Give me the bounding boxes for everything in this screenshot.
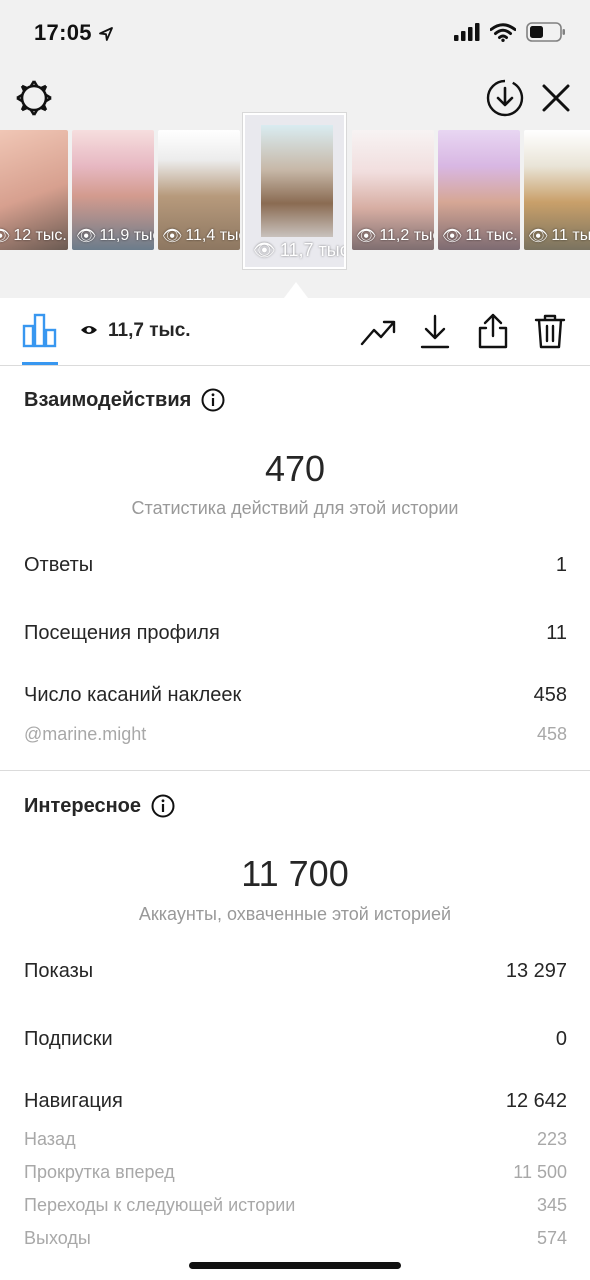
thumbnail-views: 👁 12 тыс. bbox=[0, 226, 67, 246]
battery-icon bbox=[526, 22, 565, 42]
info-icon[interactable] bbox=[151, 794, 175, 818]
stat-row: Посещения профиля 11 bbox=[24, 622, 567, 645]
stat-subrow: Переходы к следующей истории 345 bbox=[24, 1195, 567, 1216]
trash-icon[interactable] bbox=[533, 312, 567, 350]
selection-pointer bbox=[284, 282, 308, 298]
stat-row: Показы 13 297 bbox=[24, 960, 567, 983]
story-thumbnail[interactable]: 👁11,9 тыс. bbox=[72, 130, 154, 250]
stat-sublabel: @marine.might bbox=[24, 724, 147, 744]
eye-icon: 👁 bbox=[528, 228, 549, 245]
stat-label: Подписки bbox=[24, 1028, 113, 1050]
story-thumbnail[interactable]: 👁11 тыс. bbox=[438, 130, 520, 250]
close-icon[interactable] bbox=[538, 80, 574, 116]
interactions-total: 470 bbox=[264, 448, 326, 489]
stat-subrow: @marine.might 458 bbox=[24, 724, 567, 745]
stat-value: 0 bbox=[555, 1028, 567, 1050]
section-title-text: Взаимодействия bbox=[24, 388, 192, 411]
section-title-text: Интересное bbox=[24, 794, 141, 817]
stat-sublabel: Выходы bbox=[24, 1228, 91, 1248]
thumbnail-views: 👁11,7 тыс. bbox=[253, 240, 344, 260]
eye-icon: 👁 bbox=[253, 240, 276, 260]
interactions-caption: Статистика действий для этой истории bbox=[131, 498, 459, 518]
stat-sublabel: Назад bbox=[24, 1129, 76, 1149]
trending-up-icon[interactable] bbox=[360, 316, 398, 348]
story-views-count: 11,7 тыс. bbox=[108, 320, 191, 341]
location-arrow-icon bbox=[99, 27, 113, 41]
discovery-caption: Аккаунты, охваченные этой историей bbox=[138, 904, 452, 924]
stat-row: Навигация 12 642 bbox=[24, 1090, 567, 1113]
stat-label: Навигация bbox=[24, 1090, 123, 1112]
status-time: 17:05 bbox=[34, 20, 92, 45]
discovery-total: 11 700 bbox=[241, 853, 349, 894]
eye-icon: 👁 bbox=[356, 228, 377, 245]
stat-sublabel: Прокрутка вперед bbox=[24, 1162, 175, 1182]
insights-tab-underline bbox=[22, 362, 58, 365]
thumbnail-views: 👁11 тыс. bbox=[442, 227, 518, 245]
stat-row: Подписки 0 bbox=[24, 1028, 567, 1051]
thumbnail-views: 👁11,9 тыс. bbox=[76, 227, 154, 245]
story-toolbar: 11,7 тыс. bbox=[0, 298, 590, 366]
stat-subrow: Назад 223 bbox=[24, 1129, 567, 1150]
stat-subvalue: 574 bbox=[536, 1228, 567, 1248]
story-thumbnail[interactable]: 👁11 тыс. bbox=[524, 130, 590, 250]
story-thumbnail-selected[interactable]: 👁11,7 тыс. bbox=[243, 113, 346, 269]
stat-label: Посещения профиля bbox=[24, 622, 220, 644]
stat-value: 11 bbox=[546, 622, 567, 644]
stat-subvalue: 11 500 bbox=[513, 1162, 567, 1182]
stat-label: Число касаний наклеек bbox=[24, 684, 242, 706]
stat-value: 12 642 bbox=[505, 1090, 567, 1112]
wifi-icon bbox=[490, 22, 516, 42]
cellular-signal-icon bbox=[454, 23, 480, 41]
story-image bbox=[261, 125, 333, 237]
stat-row: Ответы 1 bbox=[24, 554, 567, 577]
eye-icon: 👁 bbox=[0, 228, 11, 245]
status-icons bbox=[454, 22, 566, 42]
eye-icon: 👁 bbox=[76, 228, 97, 245]
eye-icon: 👁 bbox=[442, 228, 463, 245]
stat-subrow: Выходы 574 bbox=[24, 1228, 567, 1249]
stat-subvalue: 223 bbox=[536, 1129, 567, 1149]
info-icon[interactable] bbox=[201, 388, 225, 412]
stat-value: 1 bbox=[555, 554, 567, 576]
stat-value: 458 bbox=[533, 684, 567, 706]
story-thumbnail[interactable]: 👁11,4 тыс. bbox=[158, 130, 240, 250]
eye-icon bbox=[81, 326, 97, 334]
stat-sublabel: Переходы к следующей истории bbox=[24, 1195, 296, 1215]
home-indicator[interactable] bbox=[189, 1262, 401, 1269]
story-thumbnail[interactable]: 👁 12 тыс. bbox=[0, 130, 68, 250]
share-icon[interactable] bbox=[476, 312, 510, 350]
stat-row: Число касаний наклеек 458 bbox=[24, 684, 567, 707]
stat-subvalue: 345 bbox=[536, 1195, 567, 1215]
stat-label: Ответы bbox=[24, 554, 94, 576]
stat-value: 13 297 bbox=[505, 960, 567, 982]
eye-icon: 👁 bbox=[162, 228, 183, 245]
settings-gear-icon[interactable] bbox=[14, 78, 54, 118]
thumbnail-views: 👁11 тыс. bbox=[528, 227, 590, 245]
stat-subrow: Прокрутка вперед 11 500 bbox=[24, 1162, 567, 1183]
thumbnail-views: 👁11,4 тыс. bbox=[162, 227, 240, 245]
stat-label: Показы bbox=[24, 960, 94, 982]
interactions-section-title: Взаимодействия bbox=[24, 388, 225, 412]
status-bar: 17:05 bbox=[0, 0, 590, 70]
story-thumbnail[interactable]: 👁11,2 тыс. bbox=[352, 130, 434, 250]
story-preview-header: 17:05 👁 12 тыс. 👁 11,9 ты 👁 11,4 ты 👁 11… bbox=[0, 0, 590, 298]
stat-subvalue: 458 bbox=[536, 724, 567, 744]
discovery-section-title: Интересное bbox=[24, 794, 175, 818]
download-icon[interactable] bbox=[420, 314, 450, 350]
section-divider bbox=[0, 770, 590, 771]
insights-bar-chart-icon[interactable] bbox=[22, 312, 58, 348]
save-to-device-icon[interactable] bbox=[485, 78, 525, 118]
thumbnail-views: 👁11,2 тыс. bbox=[356, 227, 434, 245]
